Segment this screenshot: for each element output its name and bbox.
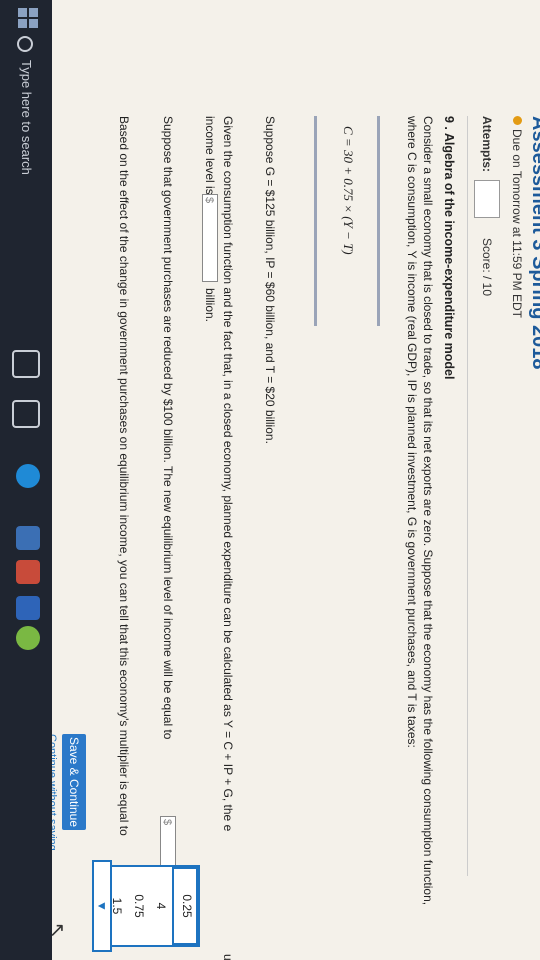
due-dot-icon [513, 116, 522, 125]
file-explorer-icon[interactable] [16, 526, 40, 550]
reduced-line: Suppose that government purchases are re… [161, 116, 175, 740]
dropdown-option[interactable]: 4 [150, 867, 172, 945]
suppose-line: Suppose G = $125 billion, IP = $60 billi… [263, 116, 277, 444]
app-icon[interactable] [16, 626, 40, 650]
consumption-equation: C = 30 + 0.75 × (Y − T) [341, 126, 356, 255]
given-line1: Given the consumption function and the f… [221, 116, 235, 832]
save-continue-button[interactable]: Save & Continue [62, 734, 86, 830]
question-intro: Consider a small economy that is closed … [405, 116, 435, 906]
assessment-title: Assessment 3 Spring 2018 [528, 116, 540, 370]
taskbar-search[interactable]: Type here to search [12, 36, 40, 336]
rotated-screen: Assessment 3 Spring 2018 Due on Tomorrow… [0, 0, 540, 960]
attempts-box [474, 180, 500, 218]
cortana-icon [17, 36, 34, 52]
divider [467, 116, 468, 876]
score-label: Score: / 10 [480, 238, 494, 297]
trailing-um: um [220, 954, 236, 960]
question-title: 9 . Algebra of the income-expenditure mo… [442, 116, 456, 380]
windows-start-icon[interactable] [18, 8, 38, 28]
task-view-icon[interactable] [12, 400, 40, 428]
word-icon[interactable] [16, 596, 40, 620]
edge-icon[interactable] [16, 464, 40, 488]
multiplier-dropdown-list: 0.25 4 0.75 1.5 [104, 865, 200, 947]
dropdown-option[interactable]: 0.25 [172, 867, 198, 945]
due-date: Due on Tomorrow at 11:59 PM EDT [510, 116, 524, 318]
search-placeholder: Type here to search [19, 60, 34, 175]
given-line2-suffix: billion. [203, 288, 217, 323]
given-line2-label: income level is [203, 116, 217, 195]
due-text: Due on Tomorrow at 11:59 PM EDT [510, 129, 524, 318]
store-icon[interactable] [16, 560, 40, 584]
microphone-icon[interactable] [12, 350, 40, 378]
equilibrium-income-input[interactable]: $ [202, 194, 218, 282]
taskbar: Type here to search [0, 0, 52, 960]
attempts-label: Attempts: [480, 116, 494, 172]
multiplier-line: Based on the effect of the change in gov… [117, 116, 131, 836]
dropdown-option[interactable]: 0.75 [128, 867, 150, 945]
multiplier-dropdown[interactable]: ▼ [92, 860, 112, 952]
